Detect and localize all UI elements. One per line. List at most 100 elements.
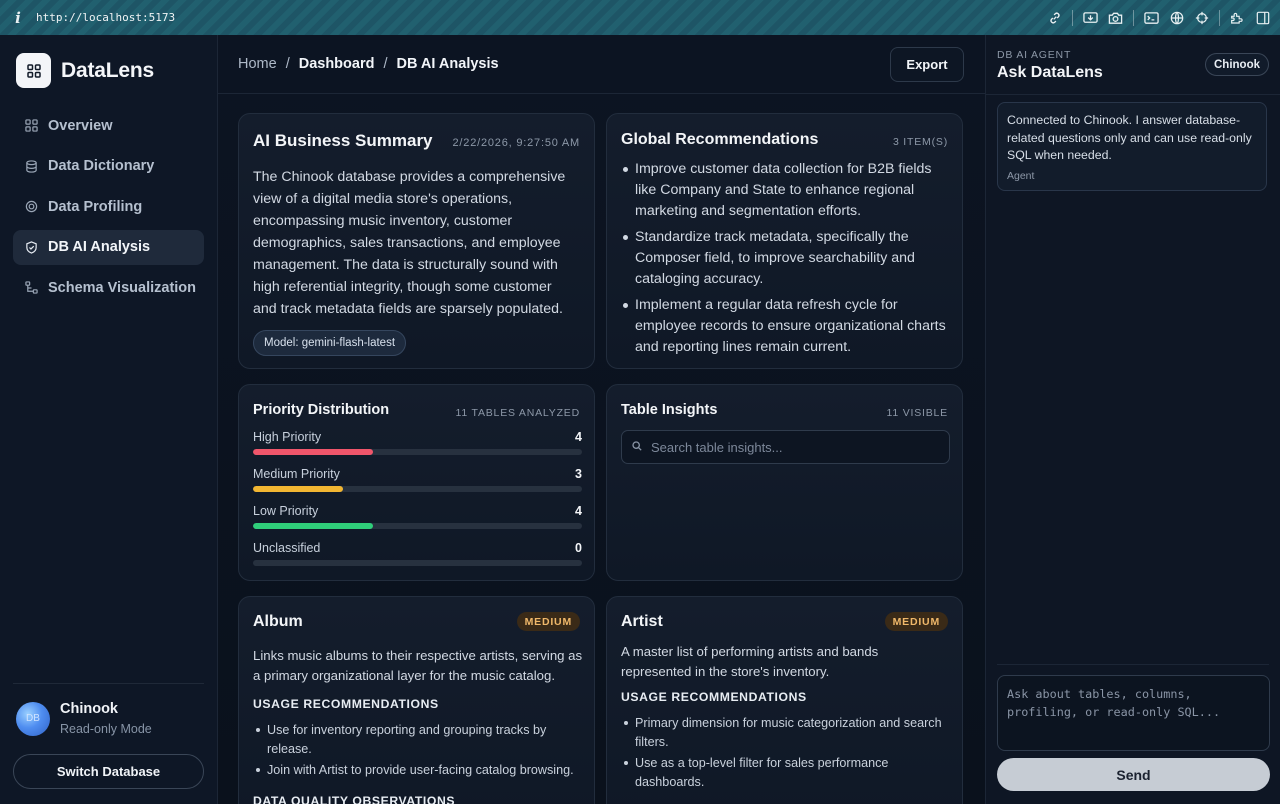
table-description: Links music albums to their respective a… <box>253 648 583 683</box>
toolbar-divider <box>1072 9 1073 26</box>
screen-capture-icon[interactable] <box>1083 10 1098 25</box>
breadcrumb-home[interactable]: Home <box>238 56 277 72</box>
priority-badge: MEDIUM <box>884 612 948 631</box>
usage-list: Use for inventory reporting and grouping… <box>253 721 575 783</box>
table-name: Artist <box>621 613 663 630</box>
priority-row-medium: Medium Priority 3 <box>253 467 582 492</box>
sidebar-item-overview[interactable]: Overview <box>13 108 204 143</box>
card-title: Global Recommendations <box>621 131 819 148</box>
message-text: Connected to Chinook. I answer database-… <box>1007 113 1252 162</box>
list-item: Implement a regular data refresh cycle f… <box>621 295 951 358</box>
breadcrumb: Home / Dashboard / DB AI Analysis <box>238 56 499 72</box>
table-card-album: Album MEDIUM Links music albums to their… <box>238 596 595 804</box>
shield-check-icon <box>25 240 38 254</box>
brand[interactable]: DataLens <box>16 53 154 88</box>
sidebar-item-data-dictionary[interactable]: Data Dictionary <box>13 149 204 184</box>
priority-distribution-card: Priority Distribution 11 TABLES ANALYZED… <box>238 384 595 581</box>
list-item: Standardize track metadata, specifically… <box>621 227 951 290</box>
list-item: Improve customer data collection for B2B… <box>621 159 951 222</box>
sidebar-item-label: Schema Visualization <box>48 279 197 296</box>
list-item: Use for inventory reporting and grouping… <box>253 721 575 758</box>
sidebar-item-label: DB AI Analysis <box>48 239 151 255</box>
priority-label: Medium Priority <box>253 467 340 481</box>
sidebar-nav: Overview Data Dictionary Data Profiling … <box>13 108 204 311</box>
priority-label: Low Priority <box>253 504 319 518</box>
toolbar-divider <box>1133 9 1134 26</box>
summary-text: The Chinook database provides a comprehe… <box>253 169 566 317</box>
main-content: Home / Dashboard / DB AI Analysis Export… <box>218 35 985 804</box>
extensions-icon[interactable] <box>1230 10 1245 25</box>
agent-question-input[interactable] <box>997 675 1270 751</box>
insights-search[interactable] <box>621 430 950 464</box>
breadcrumb-separator: / <box>285 56 290 72</box>
address-bar[interactable]: http://localhost:5173 <box>36 11 175 24</box>
priority-row-low: Low Priority 4 <box>253 504 582 529</box>
priority-bar-track <box>253 486 582 492</box>
switch-database-button[interactable]: Switch Database <box>13 754 204 789</box>
sidebar-item-schema-visualization[interactable]: Schema Visualization <box>13 270 204 305</box>
agent-panel: DB AI AGENT Ask DataLens Chinook Connect… <box>985 35 1280 804</box>
database-chip[interactable]: Chinook <box>1205 53 1269 76</box>
terminal-icon[interactable] <box>1144 10 1159 25</box>
visible-count: 11 VISIBLE <box>886 407 948 419</box>
app-logo-icon <box>16 53 51 88</box>
priority-row-unclassified: Unclassified 0 <box>253 541 582 566</box>
sidebar-item-label: Data Dictionary <box>48 158 155 174</box>
camera-icon[interactable] <box>1108 10 1123 25</box>
priority-badge: MEDIUM <box>516 612 580 631</box>
priority-bar-track <box>253 523 582 529</box>
split-view-icon[interactable] <box>1255 10 1270 25</box>
send-button[interactable]: Send <box>997 758 1270 791</box>
priority-bar-fill <box>253 449 373 455</box>
priority-count: 0 <box>575 541 582 555</box>
priority-bar-track <box>253 449 582 455</box>
priority-bar-fill <box>253 486 343 492</box>
database-icon <box>25 159 38 173</box>
target-icon <box>25 200 38 213</box>
app-name: DataLens <box>61 58 154 82</box>
avatar: DB <box>16 701 50 736</box>
quality-heading: DATA QUALITY OBSERVATIONS <box>253 794 456 804</box>
priority-count: 4 <box>575 430 582 444</box>
card-title: Table Insights <box>621 402 718 418</box>
breadcrumb-current: DB AI Analysis <box>396 56 499 72</box>
browser-toolbar: i http://localhost:5173 <box>0 0 1280 35</box>
card-title: AI Business Summary <box>253 131 433 150</box>
sidebar-item-db-ai-analysis[interactable]: DB AI Analysis <box>13 229 204 265</box>
priority-bar-track <box>253 560 582 566</box>
export-button[interactable]: Export <box>890 47 964 82</box>
breadcrumb-dashboard[interactable]: Dashboard <box>299 56 375 72</box>
grid-icon <box>25 119 38 132</box>
priority-count: 3 <box>575 467 582 481</box>
database-name: Chinook <box>60 701 118 717</box>
link-icon[interactable] <box>1047 10 1062 25</box>
table-description: A master list of performing artists and … <box>621 644 879 679</box>
schema-icon <box>25 281 38 294</box>
global-recommendations-card: Global Recommendations 3 ITEM(S) Improve… <box>606 113 963 369</box>
divider <box>997 664 1269 665</box>
breadcrumb-separator: / <box>383 56 388 72</box>
priority-label: Unclassified <box>253 541 321 555</box>
search-input[interactable] <box>651 439 941 455</box>
crosshair-icon[interactable] <box>1194 10 1209 25</box>
card-title: Priority Distribution <box>253 402 390 418</box>
current-database: DB Chinook Read-only Mode <box>16 701 152 736</box>
agent-kicker: DB AI AGENT <box>997 49 1072 61</box>
table-card-artist: Artist MEDIUM A master list of performin… <box>606 596 963 804</box>
table-name: Album <box>253 613 303 630</box>
info-icon[interactable]: i <box>0 9 36 27</box>
usage-list: Primary dimension for music categorizati… <box>621 714 943 794</box>
sidebar: DataLens Overview Data Dictionary Data P… <box>0 35 218 804</box>
sidebar-item-label: Data Profiling <box>48 198 143 215</box>
search-icon <box>632 438 642 456</box>
recommendations-list: Improve customer data collection for B2B… <box>621 159 951 363</box>
priority-label: High Priority <box>253 430 322 444</box>
priority-bar-fill <box>253 523 373 529</box>
globe-icon[interactable] <box>1169 10 1184 25</box>
sidebar-item-data-profiling[interactable]: Data Profiling <box>13 189 204 224</box>
browser-tools <box>1047 9 1280 26</box>
recommendations-count: 3 ITEM(S) <box>892 136 948 148</box>
table-insights-card: Table Insights 11 VISIBLE <box>606 384 963 581</box>
page-header: Home / Dashboard / DB AI Analysis Export <box>218 35 985 94</box>
model-badge: Model: gemini-flash-latest <box>253 330 407 356</box>
